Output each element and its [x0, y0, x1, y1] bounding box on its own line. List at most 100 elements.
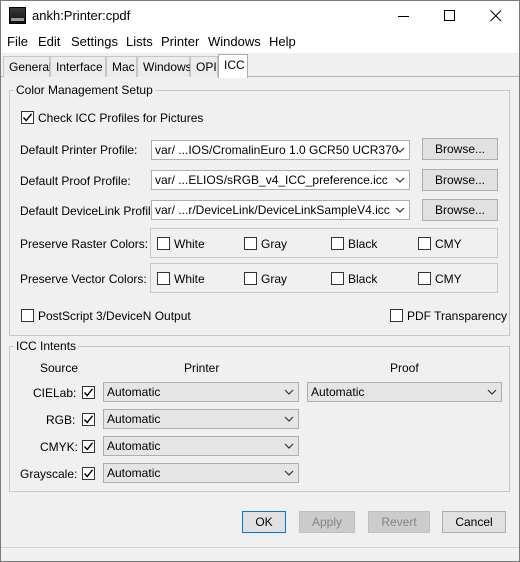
menu-windows[interactable]: Windows [208, 34, 261, 49]
chevron-down-icon [395, 207, 405, 213]
tab-opi[interactable]: OPI [190, 56, 218, 77]
grayscale-checkbox[interactable] [82, 467, 95, 480]
printer-profile-label: Default Printer Profile: [20, 143, 138, 157]
menu-edit[interactable]: Edit [38, 34, 60, 49]
cielab-proof-select[interactable]: Automatic [307, 382, 502, 402]
status-bar [1, 547, 519, 561]
icc-intents-title: ICC Intents [14, 339, 79, 353]
devicelink-profile-select[interactable]: var/ ...r/DeviceLink/DeviceLinkSampleV4.… [151, 200, 410, 220]
browse-proof-button[interactable]: Browse... [422, 169, 498, 191]
vector-white-checkbox[interactable] [157, 272, 170, 285]
title-bar[interactable]: ankh:Printer:cpdf [1, 1, 519, 31]
chevron-down-icon [395, 177, 405, 183]
chevron-down-icon [395, 147, 405, 153]
grayscale-printer-select[interactable]: Automatic [103, 463, 299, 483]
checkmark-icon [83, 469, 94, 478]
grayscale-printer-value: Automatic [107, 466, 161, 480]
color-management-title: Color Management Setup [14, 83, 155, 97]
cancel-button[interactable]: Cancel [442, 511, 506, 533]
raster-colors-label: Preserve Raster Colors: [20, 237, 149, 251]
rgb-checkbox[interactable] [82, 413, 95, 426]
close-button[interactable] [473, 1, 519, 31]
raster-gray-label: Gray [261, 237, 288, 251]
close-icon [490, 10, 502, 22]
raster-black-label: Black [348, 237, 378, 251]
raster-white-checkbox[interactable] [157, 237, 170, 250]
tab-mac[interactable]: Mac [106, 56, 137, 77]
proof-profile-select[interactable]: var/ ...ELIOS/sRGB_v4_ICC_preference.icc [151, 170, 410, 190]
vector-colors-label: Preserve Vector Colors: [20, 272, 147, 286]
chevron-down-icon [284, 470, 294, 476]
proof-header: Proof [390, 361, 419, 375]
vector-black-label: Black [348, 272, 378, 286]
cmyk-label: CMYK: [40, 440, 79, 454]
menu-help[interactable]: Help [269, 34, 296, 49]
menu-bar: File Edit Settings Lists Printer Windows… [1, 31, 519, 53]
pdf-transparency-label: PDF Transparency [407, 309, 508, 323]
menu-printer[interactable]: Printer [161, 34, 199, 49]
check-icc-label: Check ICC Profiles for Pictures [38, 111, 204, 125]
chevron-down-icon [284, 416, 294, 422]
devicelink-profile-label: Default DeviceLink Profile: [20, 204, 161, 218]
menu-file[interactable]: File [7, 34, 28, 49]
devicelink-profile-value: var/ ...r/DeviceLink/DeviceLinkSampleV4.… [155, 203, 390, 217]
revert-button[interactable]: Revert [368, 511, 430, 533]
window-title: ankh:Printer:cpdf [32, 8, 131, 23]
postscript-label: PostScript 3/DeviceN Output [38, 309, 191, 323]
cielab-printer-select[interactable]: Automatic [103, 382, 299, 402]
grayscale-label: Grayscale: [20, 467, 78, 481]
pdf-transparency-checkbox[interactable] [390, 309, 403, 322]
cmyk-printer-value: Automatic [107, 439, 161, 453]
check-icc-checkbox[interactable] [21, 111, 34, 124]
tab-interface[interactable]: Interface [50, 56, 106, 77]
vector-cmy-checkbox[interactable] [418, 272, 431, 285]
main-window: ankh:Printer:cpdf File Edit Settings Lis… [0, 0, 520, 562]
raster-black-checkbox[interactable] [331, 237, 344, 250]
checkmark-icon [83, 415, 94, 424]
minimize-button[interactable] [381, 1, 427, 31]
vector-gray-checkbox[interactable] [244, 272, 257, 285]
browse-devicelink-button[interactable]: Browse... [422, 199, 498, 221]
tab-strip: General Interface Mac Windows OPI ICC [1, 53, 519, 78]
proof-profile-value: var/ ...ELIOS/sRGB_v4_ICC_preference.icc [155, 173, 388, 187]
printer-profile-select[interactable]: var/ ...IOS/CromalinEuro 1.0 GCR50 UCR37… [151, 140, 410, 160]
cielab-label: CIELab: [33, 386, 77, 400]
raster-cmy-checkbox[interactable] [418, 237, 431, 250]
raster-cmy-label: CMY [435, 237, 462, 251]
apply-button[interactable]: Apply [299, 511, 355, 533]
cmyk-checkbox[interactable] [82, 440, 95, 453]
proof-profile-label: Default Proof Profile: [20, 174, 131, 188]
source-header: Source [40, 361, 79, 375]
chevron-down-icon [284, 443, 294, 449]
browse-printer-button[interactable]: Browse... [422, 138, 498, 160]
menu-lists[interactable]: Lists [126, 34, 153, 49]
vector-black-checkbox[interactable] [331, 272, 344, 285]
chevron-down-icon [487, 389, 497, 395]
maximize-button[interactable] [427, 1, 473, 31]
vector-white-label: White [174, 272, 205, 286]
tab-icc[interactable]: ICC [218, 54, 248, 78]
rgb-printer-value: Automatic [107, 412, 161, 426]
checkmark-icon [83, 388, 94, 397]
ok-button[interactable]: OK [242, 511, 286, 533]
cmyk-printer-select[interactable]: Automatic [103, 436, 299, 456]
minimize-icon [398, 16, 409, 17]
checkmark-icon [83, 442, 94, 451]
maximize-icon [444, 10, 455, 21]
printer-header: Printer [184, 361, 220, 375]
tab-windows[interactable]: Windows [137, 56, 192, 77]
cielab-printer-value: Automatic [107, 385, 161, 399]
rgb-label: RGB: [46, 413, 76, 427]
cielab-proof-value: Automatic [311, 385, 365, 399]
raster-white-label: White [174, 237, 205, 251]
cielab-checkbox[interactable] [82, 386, 95, 399]
rgb-printer-select[interactable]: Automatic [103, 409, 299, 429]
postscript-checkbox[interactable] [21, 309, 34, 322]
app-icon [9, 7, 26, 24]
menu-settings[interactable]: Settings [71, 34, 118, 49]
vector-gray-label: Gray [261, 272, 288, 286]
raster-gray-checkbox[interactable] [244, 237, 257, 250]
chevron-down-icon [284, 389, 294, 395]
vector-cmy-label: CMY [435, 272, 462, 286]
tab-general[interactable]: General [3, 56, 52, 77]
